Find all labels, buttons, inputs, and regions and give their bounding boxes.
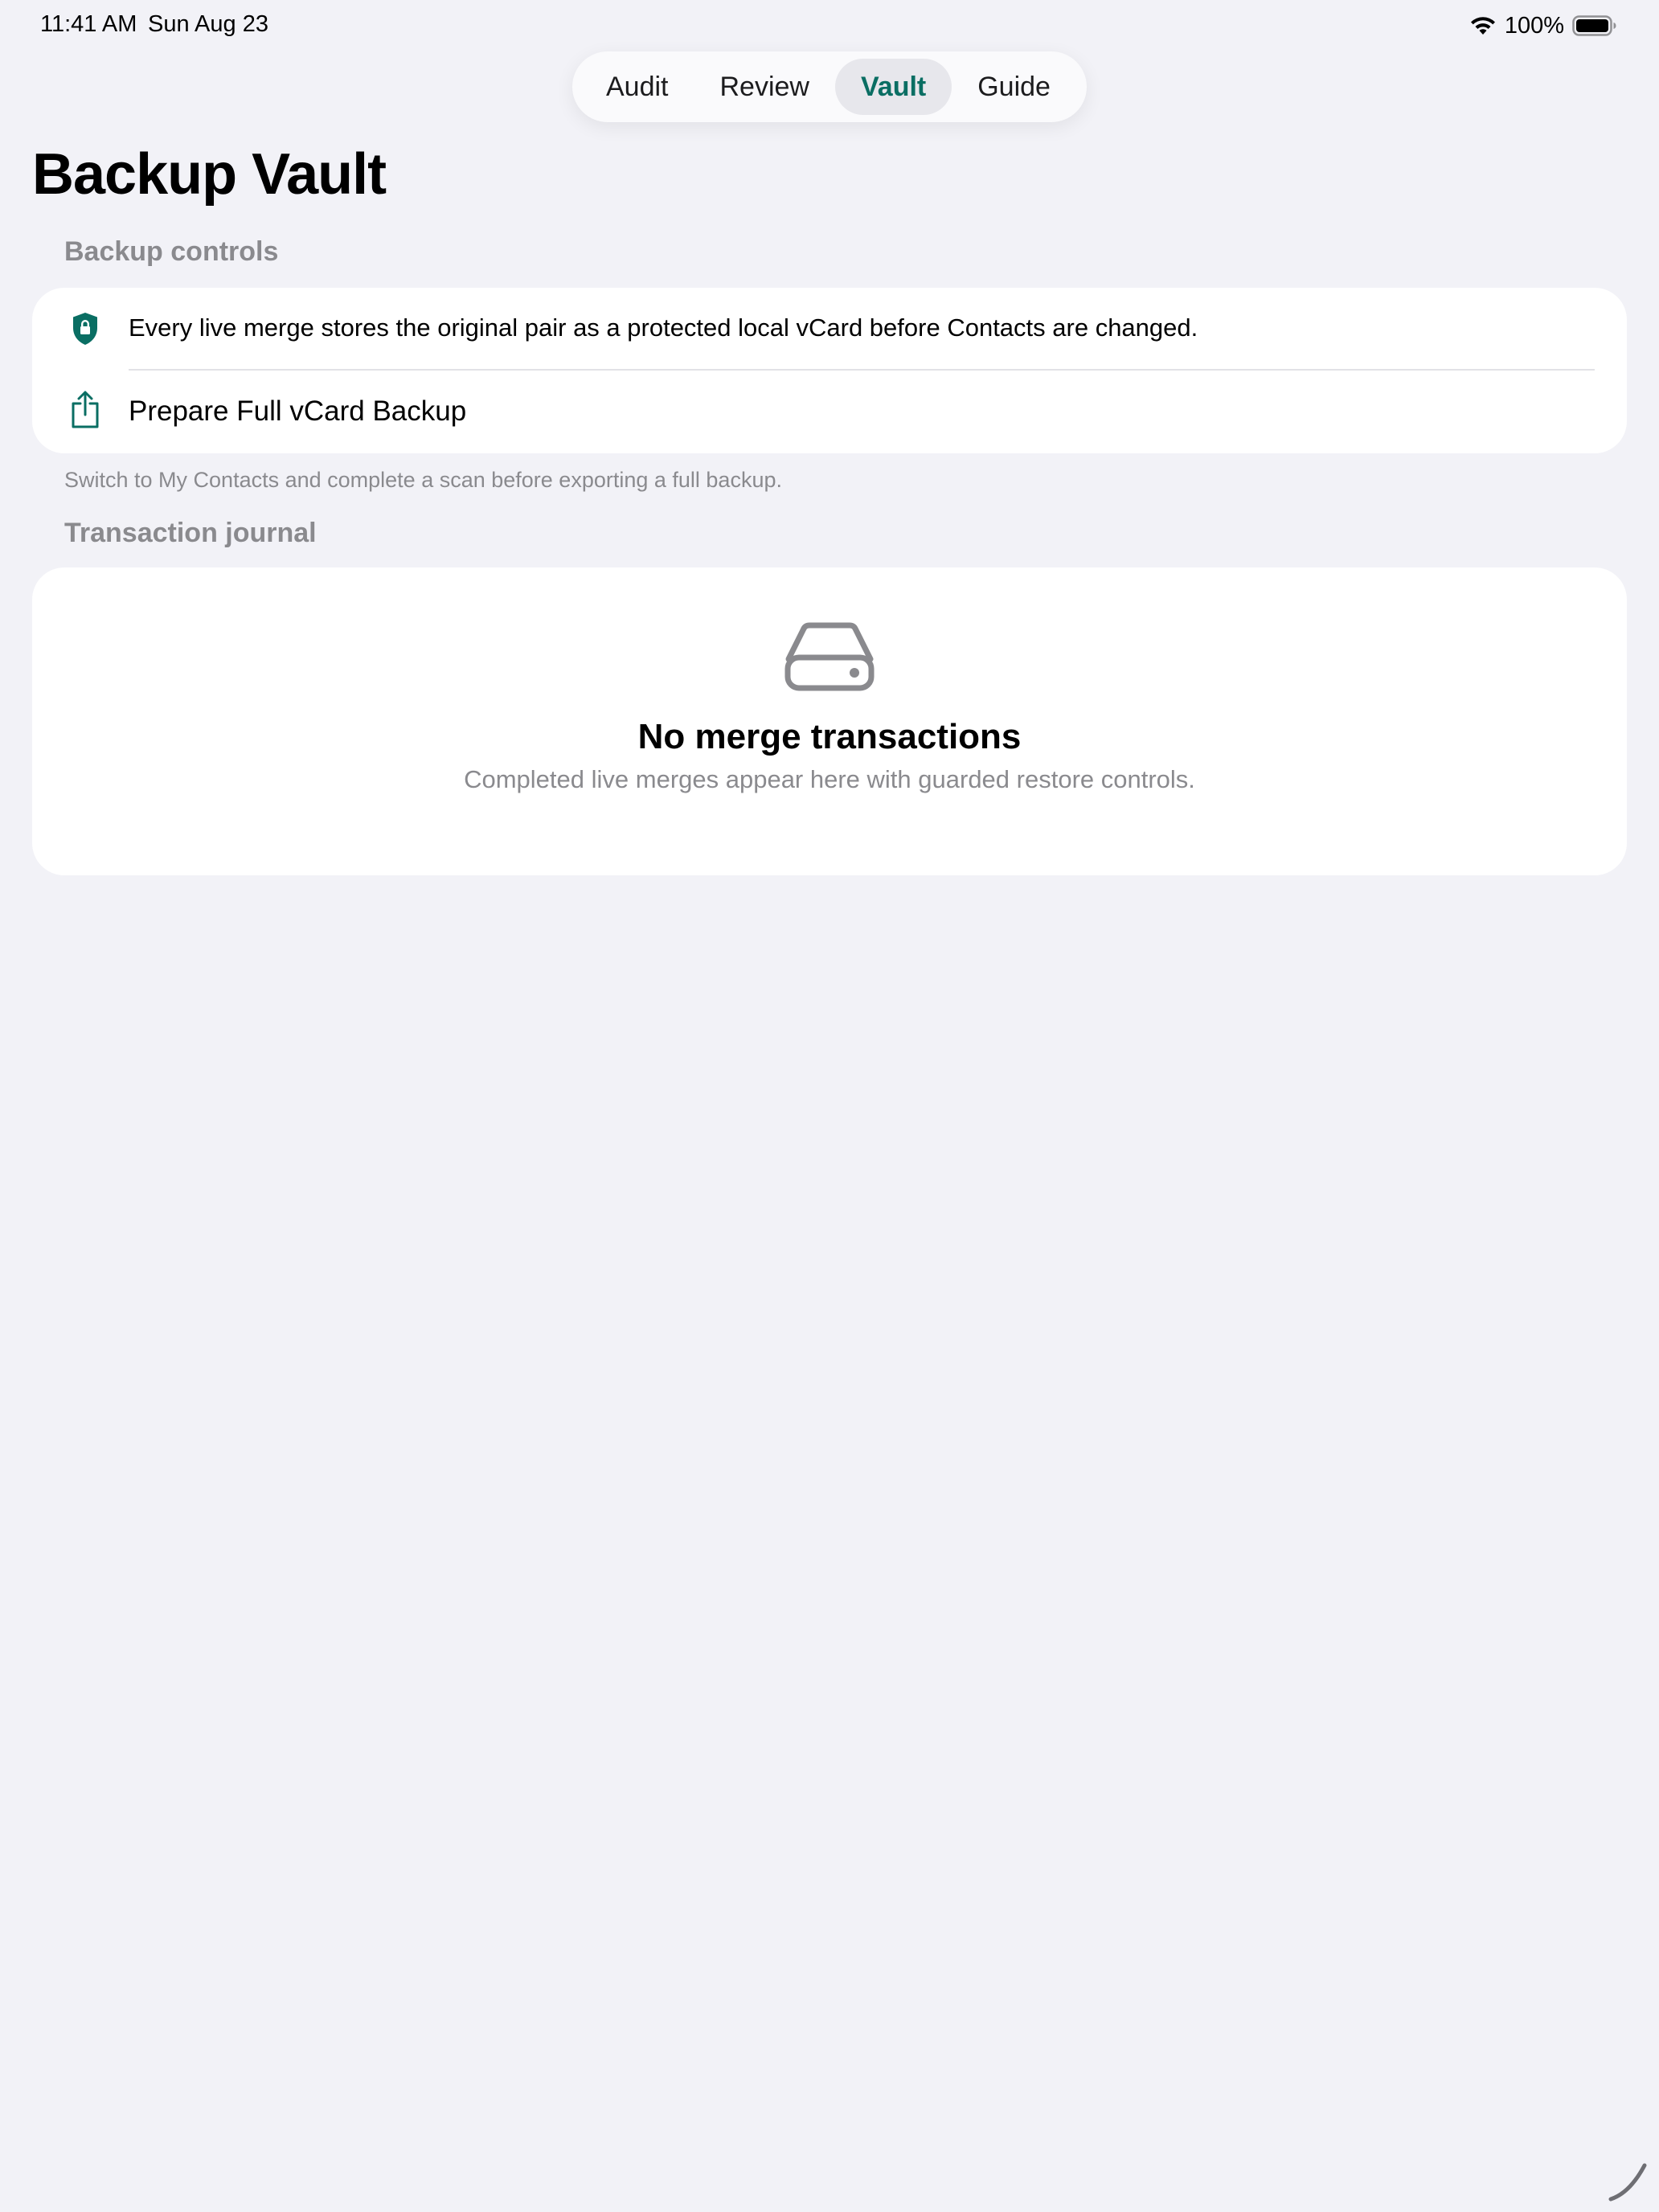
backup-info-text: Every live merge stores the original pai… bbox=[129, 313, 1198, 342]
wifi-icon bbox=[1470, 17, 1495, 35]
empty-state-subtitle: Completed live merges appear here with g… bbox=[464, 765, 1195, 793]
battery-percentage: 100% bbox=[1504, 12, 1564, 39]
backup-info-row: Every live merge stores the original pai… bbox=[32, 288, 1627, 370]
tab-review[interactable]: Review bbox=[694, 59, 835, 115]
tab-guide[interactable]: Guide bbox=[952, 59, 1076, 115]
lock-shield-icon bbox=[68, 309, 103, 349]
tab-vault[interactable]: Vault bbox=[834, 59, 952, 115]
transaction-journal-header: Transaction journal bbox=[64, 518, 317, 548]
corner-gesture-indicator bbox=[1608, 2163, 1647, 2202]
prepare-backup-label: Prepare Full vCard Backup bbox=[129, 395, 467, 427]
transaction-journal-card: No merge transactions Completed live mer… bbox=[32, 567, 1627, 875]
drive-icon bbox=[784, 622, 875, 691]
backup-controls-card: Every live merge stores the original pai… bbox=[32, 288, 1627, 453]
empty-state-title: No merge transactions bbox=[637, 717, 1022, 756]
prepare-backup-button[interactable]: Prepare Full vCard Backup bbox=[32, 371, 1627, 453]
backup-footnote: Switch to My Contacts and complete a sca… bbox=[64, 468, 782, 492]
tab-audit[interactable]: Audit bbox=[580, 59, 694, 115]
share-icon bbox=[68, 390, 103, 430]
battery-icon bbox=[1572, 15, 1616, 36]
status-time: 11:41 AM bbox=[40, 11, 137, 37]
status-indicators: 100% bbox=[1469, 11, 1617, 40]
backup-controls-header: Backup controls bbox=[64, 236, 279, 267]
tab-bar: Audit Review Vault Guide bbox=[572, 51, 1087, 122]
status-date: Sun Aug 23 bbox=[148, 11, 268, 37]
status-bar: 11:41 AM Sun Aug 23 100% bbox=[0, 0, 1659, 51]
page-title: Backup Vault bbox=[32, 142, 387, 207]
